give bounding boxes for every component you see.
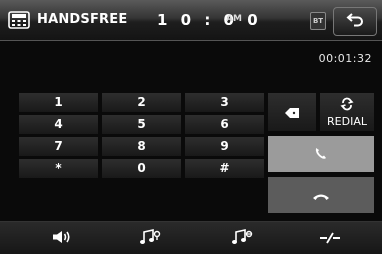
key-0[interactable]: 0 bbox=[102, 159, 181, 178]
delete-button[interactable] bbox=[268, 93, 316, 131]
keypad-row: 7 8 9 bbox=[19, 137, 265, 156]
key-6[interactable]: 6 bbox=[185, 115, 264, 134]
dial-keypad: 1 2 3 4 5 6 7 8 9 * 0 # bbox=[19, 93, 265, 181]
key-hash[interactable]: # bbox=[185, 159, 264, 178]
call-timer: 00:01:32 bbox=[318, 52, 372, 65]
clock: 1 0 : 0 0 bbox=[157, 11, 262, 29]
key-8[interactable]: 8 bbox=[102, 137, 181, 156]
music-next-button[interactable] bbox=[212, 222, 272, 254]
key-1[interactable]: 1 bbox=[19, 93, 98, 112]
call-icon bbox=[314, 145, 328, 164]
music-note-icon bbox=[139, 228, 161, 249]
back-button[interactable] bbox=[333, 7, 377, 36]
keypad-row: 4 5 6 bbox=[19, 115, 265, 134]
keypad-row: * 0 # bbox=[19, 159, 265, 178]
call-button[interactable] bbox=[268, 136, 374, 172]
page-title: HANDSFREE bbox=[37, 12, 128, 27]
mic-mute-icon bbox=[319, 229, 341, 248]
key-4[interactable]: 4 bbox=[19, 115, 98, 134]
key-2[interactable]: 2 bbox=[102, 93, 181, 112]
redial-button[interactable]: REDIAL bbox=[320, 93, 374, 131]
key-5[interactable]: 5 bbox=[102, 115, 181, 134]
key-7[interactable]: 7 bbox=[19, 137, 98, 156]
music-note-icon bbox=[231, 228, 253, 249]
music-prev-button[interactable] bbox=[120, 222, 180, 254]
key-9[interactable]: 9 bbox=[185, 137, 264, 156]
redial-icon bbox=[340, 96, 354, 115]
handset-keypad-icon bbox=[8, 11, 30, 33]
bottom-toolbar bbox=[0, 221, 382, 254]
clock-ampm: AM bbox=[226, 14, 242, 24]
handsfree-screen: HANDSFREE 1 0 : 0 0 AM BT 00:01:32 1 2 3… bbox=[0, 0, 382, 254]
key-3[interactable]: 3 bbox=[185, 93, 264, 112]
mute-button[interactable] bbox=[300, 222, 360, 254]
volume-icon bbox=[52, 229, 72, 248]
volume-button[interactable] bbox=[32, 222, 92, 254]
end-call-button[interactable] bbox=[268, 177, 374, 213]
end-call-icon bbox=[312, 186, 330, 205]
back-arrow-icon bbox=[346, 12, 364, 31]
top-bar: HANDSFREE 1 0 : 0 0 AM BT bbox=[0, 0, 382, 41]
key-star[interactable]: * bbox=[19, 159, 98, 178]
redial-label: REDIAL bbox=[327, 115, 367, 128]
backspace-icon bbox=[285, 103, 299, 122]
keypad-row: 1 2 3 bbox=[19, 93, 265, 112]
bluetooth-badge: BT bbox=[310, 12, 326, 30]
